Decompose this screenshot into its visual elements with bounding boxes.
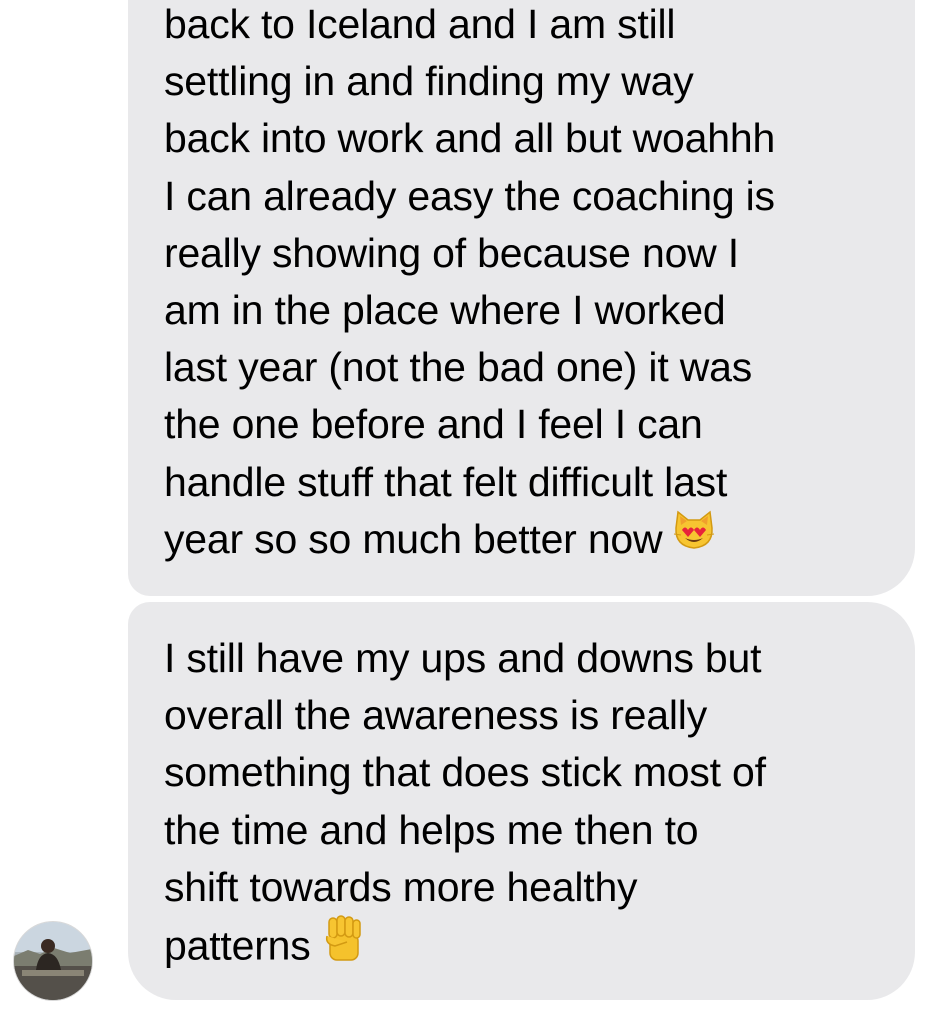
message-text-line: the one before and I feel I can [164,401,703,448]
message-text-line: year so so much better now [164,515,663,562]
message-text-line: really showing of because now I [164,229,739,276]
message-bubble-2[interactable]: I still have my ups and downs but overal… [128,602,915,1000]
message-text-line: shift towards more healthy [164,863,638,910]
avatar-photo [14,922,92,1000]
message-bubble-1[interactable]: back to Iceland and I am still settling … [128,0,915,596]
message-text-line: patterns [164,922,311,969]
message-text-line: the time and helps me then to [164,806,699,853]
message-text-line: last year (not the bad one) it was [164,344,753,391]
message-last-line-2: patterns [164,915,895,973]
message-text-line: handle stuff that felt difficult last [164,458,728,505]
message-text-line: settling in and finding my way [164,58,694,105]
message-text-line: I still have my ups and downs but [164,635,762,681]
message-text-line: back into work and all but woahhh [164,115,776,162]
heart-eyes-cat-emoji-icon [672,508,716,567]
message-text-line: something that does stick most of [164,749,766,796]
message-text-line: I can already easy the coaching is [164,172,775,219]
avatar[interactable] [14,922,92,1000]
message-text-line: am in the place where I worked [164,286,726,333]
message-text-line: back to Iceland and I am still [164,1,676,47]
raised-fist-emoji-icon [321,912,367,977]
message-text-line: overall the awareness is really [164,692,707,739]
message-last-line-1: year so so much better now [164,508,895,568]
